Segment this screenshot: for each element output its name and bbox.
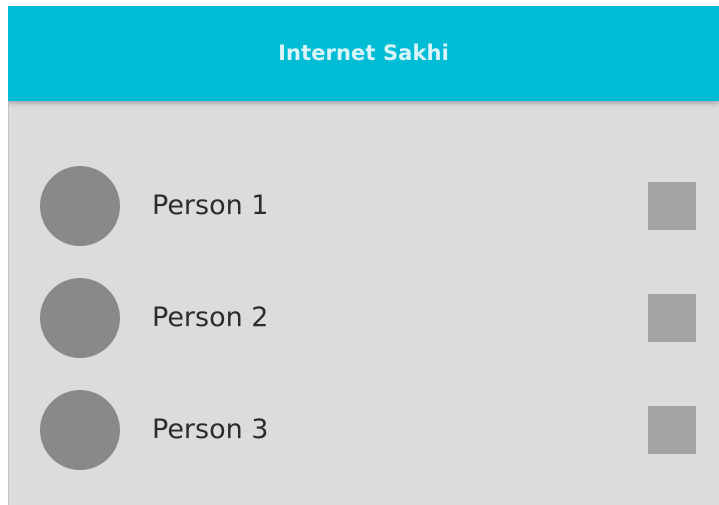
person-row-2[interactable]: Person 2 [8, 270, 719, 366]
action-placeholder-icon[interactable] [648, 406, 696, 454]
app-title: Internet Sakhi [278, 40, 449, 65]
person-row-1[interactable]: Person 1 [8, 158, 719, 254]
avatar [40, 278, 120, 358]
person-name: Person 3 [152, 414, 269, 445]
action-placeholder-icon[interactable] [648, 182, 696, 230]
person-name: Person 1 [152, 190, 269, 221]
app-bar: Internet Sakhi [8, 6, 719, 101]
person-name: Person 2 [152, 302, 269, 333]
avatar [40, 166, 120, 246]
avatar [40, 390, 120, 470]
app-screen: Internet Sakhi Person 1 Person 2 Person … [8, 6, 719, 505]
action-placeholder-icon[interactable] [648, 294, 696, 342]
person-row-3[interactable]: Person 3 [8, 382, 719, 478]
